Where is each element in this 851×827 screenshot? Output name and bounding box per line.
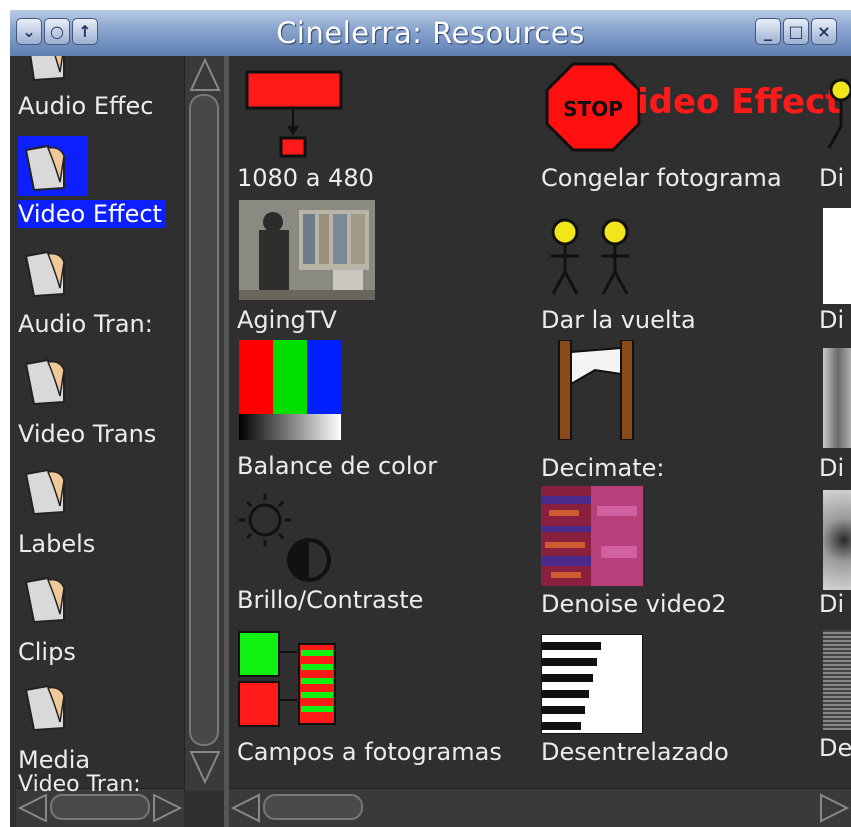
resource-label: Campos a fotogramas [237,738,502,766]
folder-label: Media [18,746,91,774]
resource-item[interactable]: Di [819,340,851,485]
scroll-left-arrow-icon[interactable] [231,793,261,823]
resource-item[interactable]: Decimate: [541,340,841,485]
scroll-up-arrow-icon[interactable] [189,58,221,92]
folder-labels[interactable]: Labels [16,460,184,560]
scroll-left-arrow-icon[interactable] [18,793,48,823]
fields-to-frames-icon [238,631,336,727]
resource-label: Di [819,590,845,618]
color-balance-icon [239,340,341,440]
scrollbar-thumb[interactable] [263,794,363,820]
resource-item[interactable]: Di [819,486,851,626]
close-icon: × [817,22,831,41]
folder-label: Video Effect [18,200,166,228]
resource-item[interactable]: De [819,630,851,780]
brightness-contrast-icon [239,494,331,582]
video-effect-overlay-text: ideo Effect [637,82,842,122]
scroll-right-arrow-icon[interactable] [819,793,849,823]
resource-item[interactable]: Dar la vuelta [541,200,841,340]
folder-icon [24,576,65,624]
resources-window: ⌄ ○ ↑ Cinelerra: Resources _ □ × Audio E… [10,10,851,827]
resource-label: Desentrelazado [541,738,729,766]
scrollbar-thumb[interactable] [50,794,150,820]
resource-item[interactable]: AgingTV [233,200,533,340]
resource-label: Di [819,454,845,482]
resource-item[interactable]: 1080 a 480 [233,56,533,201]
resize-effect-icon [245,70,343,158]
resource-label: Denoise video2 [541,590,727,618]
deinterlace-icon [541,634,643,734]
folder-audio-effects[interactable]: Audio Effec [16,56,184,132]
resource-item[interactable]: Desentrelazado [541,630,841,780]
folder-video-effects[interactable]: Video Effect [16,134,184,234]
partial-folder-label: Video Tran: [18,772,141,797]
resource-label: Di [819,164,845,192]
resource-item[interactable]: Brillo/Contraste [233,486,533,626]
window-title: Cinelerra: Resources [276,16,585,50]
resource-horizontal-scrollbar[interactable] [229,788,851,827]
resource-label: Brillo/Contraste [237,586,424,614]
folder-icon [24,250,65,298]
scroll-down-arrow-icon[interactable] [189,750,221,784]
folder-icon [29,56,65,82]
folder-list[interactable]: Audio Effec Video Effect Audio Tran: Vid… [16,56,184,786]
agingtv-thumbnail [239,200,375,300]
resource-label: Congelar fotograma [541,164,782,192]
resource-item[interactable]: Di [819,200,851,340]
folder-icon [24,684,65,732]
resource-item[interactable]: Campos a fotogramas [233,630,543,780]
folder-label: Audio Tran: [18,310,153,338]
resource-label: Balance de color [237,452,438,480]
resource-label: AgingTV [237,306,337,334]
close-button[interactable]: × [811,18,837,45]
folder-vertical-scrollbar[interactable] [184,56,225,791]
folder-media[interactable]: Media [16,676,184,776]
resource-item[interactable]: Balance de color [233,340,533,485]
folder-video-transitions[interactable]: Video Trans [16,350,184,450]
minimize-button[interactable]: _ [755,18,781,45]
maximize-icon: □ [788,22,804,41]
resource-item[interactable]: STOP ideo Effect Congelar fotograma [541,56,841,201]
resource-item[interactable]: Denoise video2 [541,486,841,626]
folder-label: Labels [18,530,96,558]
stick-figures-icon [551,218,629,295]
resource-grid[interactable]: 1080 a 480 AgingTV Balance de color Bril… [229,56,851,786]
folder-icon [24,358,65,406]
denoise-thumbnail [541,486,643,586]
svg-text:STOP: STOP [563,97,623,121]
stop-sign-icon: STOP [545,62,641,152]
folder-clips[interactable]: Clips [16,568,184,668]
folder-icon [24,144,65,192]
folder-label: Video Trans [18,420,157,448]
maximize-button[interactable]: □ [783,18,809,45]
decimate-icon [558,340,634,440]
folder-audio-transitions[interactable]: Audio Tran: [16,242,184,342]
resource-item[interactable]: Di [819,56,851,201]
window-body: Audio Effec Video Effect Audio Tran: Vid… [10,56,851,827]
title-bar[interactable]: ⌄ ○ ↑ Cinelerra: Resources _ □ × [10,10,851,56]
folder-icon [24,468,65,516]
resource-label: Di [819,306,845,334]
resource-label: Decimate: [541,454,665,482]
scroll-right-arrow-icon[interactable] [152,793,182,823]
folder-label: Clips [18,638,76,666]
stick-figure-partial-icon [827,78,851,149]
resource-label: Dar la vuelta [541,306,696,334]
folder-label: Audio Effec [18,92,154,120]
resource-label: De [819,734,851,762]
resource-label: 1080 a 480 [237,164,374,192]
minimize-icon: _ [764,22,772,41]
scrollbar-thumb[interactable] [189,94,219,746]
